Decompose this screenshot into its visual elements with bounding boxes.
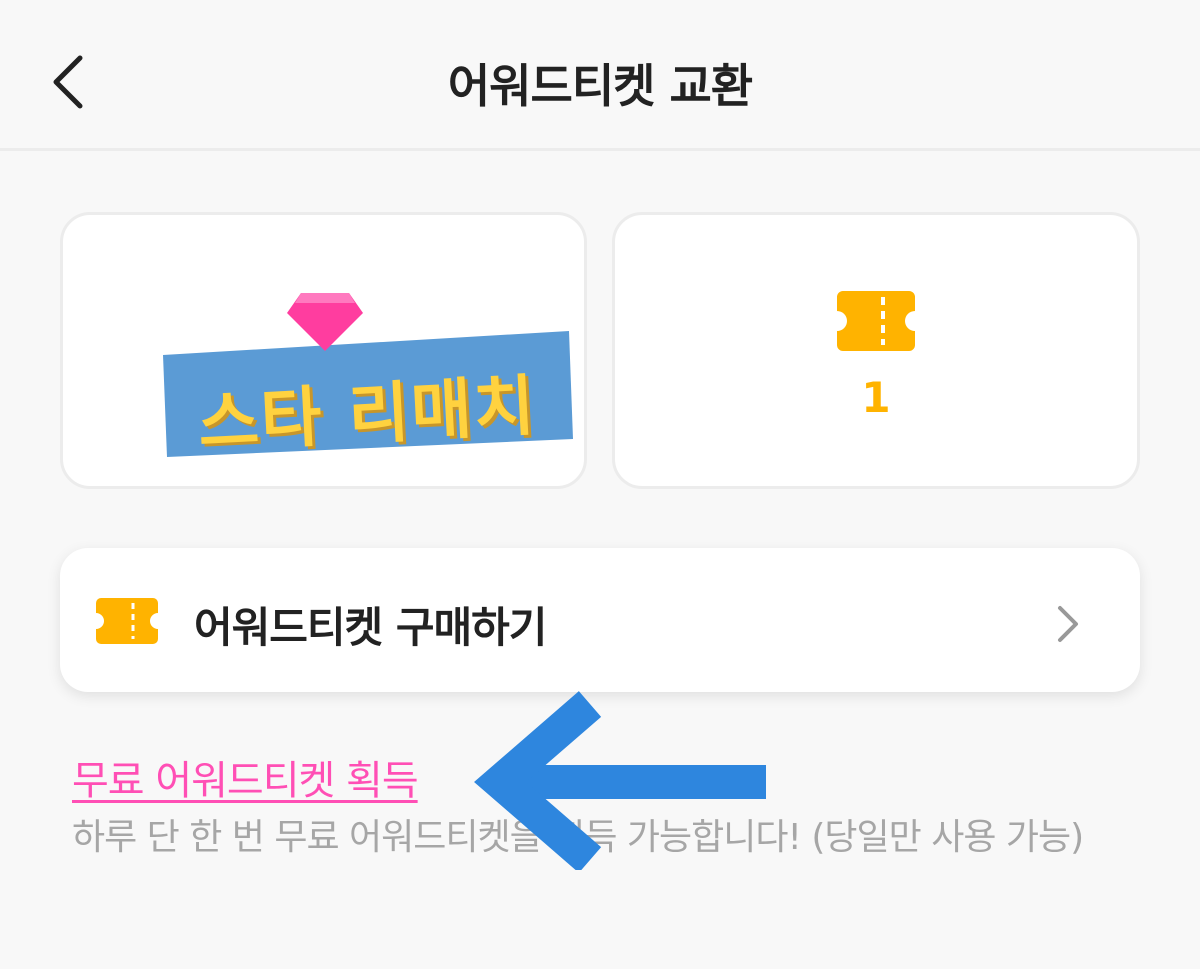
annotation-arrow-icon <box>474 691 766 870</box>
buy-ticket-button[interactable]: 어워드티켓 구매하기 <box>60 548 1140 692</box>
ticket-icon <box>96 598 158 644</box>
chevron-right-icon <box>1058 606 1078 642</box>
ticket-count: 1 <box>861 373 891 422</box>
gem-icon <box>287 293 363 351</box>
ticket-icon <box>837 291 915 351</box>
ticket-balance-card: 1 <box>612 212 1140 489</box>
buy-ticket-label: 어워드티켓 구매하기 <box>194 603 547 652</box>
top-bar: 어워드티켓 교환 <box>0 0 1200 151</box>
free-ticket-link[interactable]: 무료 어워드티켓 획득 <box>72 748 419 806</box>
page-title: 어워드티켓 교환 <box>447 59 753 113</box>
star-rematch-card[interactable]: 스타 리매치 <box>60 212 587 489</box>
